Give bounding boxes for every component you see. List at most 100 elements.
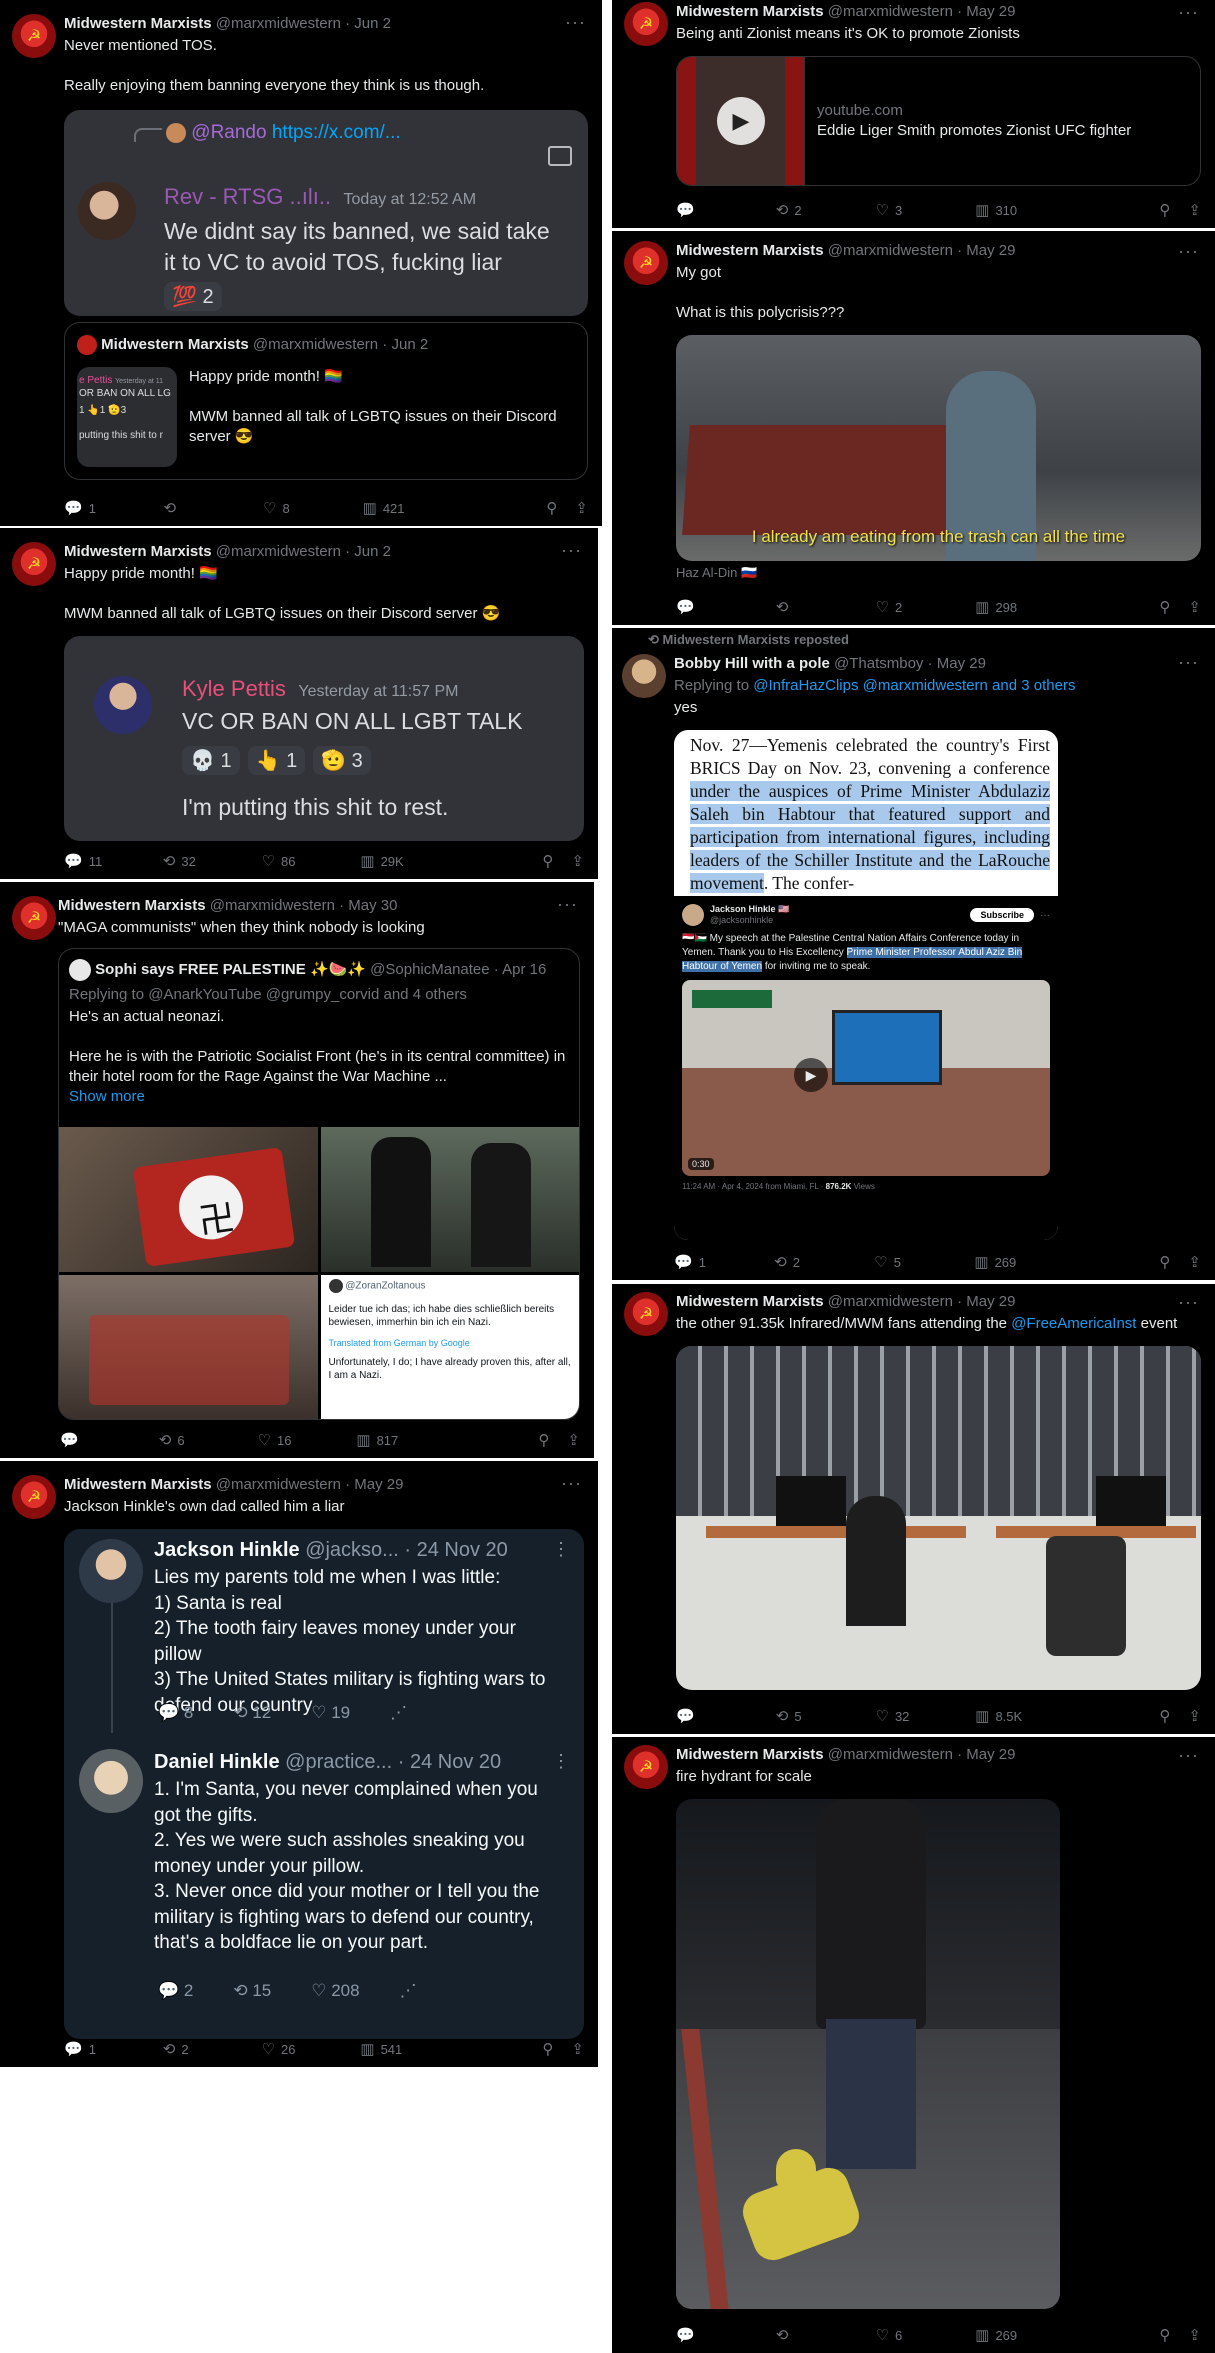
author-name[interactable]: Midwestern Marxists: [676, 1293, 824, 1310]
share-icon[interactable]: ⇪: [1188, 2326, 1201, 2344]
share-icon[interactable]: ⇪: [1188, 598, 1201, 616]
discord-screenshot[interactable]: Kyle Pettis Yesterday at 11:57 PM VC OR …: [64, 636, 584, 841]
photo[interactable]: @ZoranZoltanous Leider tue ich das; ich …: [320, 1274, 579, 1419]
quote-tweet[interactable]: Sophi says FREE PALESTINE ✨🍉✨ @SophicMan…: [58, 948, 580, 1420]
views-button[interactable]: ▥ 310: [975, 201, 1075, 219]
share-icon[interactable]: ⇪: [567, 1431, 580, 1449]
avatar[interactable]: ☭: [12, 542, 56, 586]
bookmark-icon[interactable]: ⚲: [1159, 2326, 1170, 2344]
tweet-6[interactable]: ☭ ··· Midwestern Marxists @marxmidwester…: [612, 231, 1215, 625]
like-button[interactable]: ♡ 16: [258, 1431, 357, 1449]
reply-button[interactable]: 💬: [676, 2326, 776, 2344]
retweet-button[interactable]: ⟲ 6: [159, 1431, 258, 1449]
quote-tweet[interactable]: Midwestern Marxists @marxmidwestern · Ju…: [64, 322, 588, 480]
more-options-icon[interactable]: ···: [1178, 652, 1199, 673]
avatar[interactable]: ☭: [624, 1292, 668, 1336]
avatar[interactable]: ☭: [624, 1745, 668, 1789]
share-icon[interactable]: ⇪: [1188, 1253, 1201, 1271]
reaction[interactable]: 🫡 3: [313, 746, 371, 775]
photo[interactable]: [676, 1346, 1201, 1690]
photo[interactable]: [676, 1799, 1060, 2309]
tweet-8[interactable]: ☭ ··· Midwestern Marxists @marxmidwester…: [612, 1284, 1215, 1734]
photo[interactable]: 卍: [59, 1127, 318, 1272]
reply-button[interactable]: 💬: [676, 598, 776, 616]
tweet-3[interactable]: ☭ ··· Midwestern Marxists @marxmidwester…: [0, 882, 594, 1458]
like-button[interactable]: ♡ 32: [876, 1707, 976, 1725]
author-name[interactable]: Midwestern Marxists: [676, 1746, 824, 1763]
like-button[interactable]: ♡ 86: [262, 852, 361, 870]
retweet-button[interactable]: ⟲ 2: [774, 1253, 874, 1271]
bookmark-icon[interactable]: ⚲: [546, 499, 557, 517]
more-options-icon[interactable]: ···: [1178, 1292, 1199, 1313]
retweet-button[interactable]: ⟲: [776, 2326, 876, 2344]
views-button[interactable]: ▥ 29K: [360, 852, 459, 870]
show-more-link[interactable]: Show more: [69, 1087, 569, 1107]
author-name[interactable]: Midwestern Marxists: [58, 897, 206, 914]
reply-button[interactable]: 💬 1: [674, 1253, 774, 1271]
like-button[interactable]: ♡ 8: [263, 499, 363, 517]
like-button[interactable]: ♡ 2: [876, 598, 976, 616]
views-button[interactable]: ▥ 421: [363, 499, 463, 517]
reply-button[interactable]: 💬 1: [64, 2040, 163, 2058]
bookmark-icon[interactable]: ⚲: [1159, 1707, 1170, 1725]
reaction[interactable]: 👆 1: [247, 746, 306, 775]
tweet-screenshot[interactable]: Jackson Hinkle @jackso... · 24 Nov 20 ⋮ …: [64, 1529, 584, 2039]
author-name[interactable]: Bobby Hill with a pole: [674, 655, 830, 672]
views-button[interactable]: ▥ 817: [356, 1431, 455, 1449]
bookmark-icon[interactable]: ⚲: [1159, 598, 1170, 616]
reaction[interactable]: 💯 2: [164, 282, 222, 311]
tweet-1[interactable]: ☭ ··· Midwestern Marxists @marxmidwester…: [0, 0, 602, 526]
avatar[interactable]: [622, 654, 666, 698]
reply-button[interactable]: 💬: [676, 1707, 776, 1725]
reply-link[interactable]: https://x.com/...: [272, 122, 401, 143]
views-button[interactable]: ▥ 8.5K: [975, 1707, 1075, 1725]
bookmark-icon[interactable]: ⚲: [542, 852, 553, 870]
bookmark-icon[interactable]: ⚲: [1159, 201, 1170, 219]
views-button[interactable]: ▥ 269: [975, 2326, 1075, 2344]
replying-to-users[interactable]: @InfraHazClips @marxmidwestern and 3 oth…: [753, 677, 1075, 694]
bookmark-icon[interactable]: ⚲: [1159, 1253, 1170, 1271]
reaction[interactable]: 💀 1: [182, 746, 240, 775]
mention-link[interactable]: @FreeAmericaInst: [1011, 1315, 1136, 1332]
author-name[interactable]: Midwestern Marxists: [64, 15, 212, 32]
reply-button[interactable]: 💬: [676, 201, 776, 219]
avatar[interactable]: ☭: [624, 241, 668, 285]
tweet-5[interactable]: ☭ ··· Midwestern Marxists @marxmidwester…: [612, 0, 1215, 228]
discord-screenshot[interactable]: @Rando https://x.com/... Rev - RTSG ..ıl…: [64, 110, 588, 316]
photo[interactable]: [320, 1127, 579, 1272]
tweet-2[interactable]: ☭ ··· Midwestern Marxists @marxmidwester…: [0, 528, 598, 879]
link-card[interactable]: ▶ youtube.com Eddie Liger Smith promotes…: [676, 56, 1201, 186]
retweet-button[interactable]: ⟲: [776, 598, 876, 616]
more-options-icon[interactable]: ···: [1178, 241, 1199, 262]
share-icon[interactable]: ⇪: [571, 2040, 584, 2058]
share-icon[interactable]: ⇪: [575, 499, 588, 517]
bookmark-icon[interactable]: ⚲: [538, 1431, 549, 1449]
video-player[interactable]: I already am eating from the trash can a…: [676, 335, 1201, 561]
tweet-9[interactable]: ☭ ··· Midwestern Marxists @marxmidwester…: [612, 1737, 1215, 2353]
views-button[interactable]: ▥ 541: [360, 2040, 459, 2058]
reply-button[interactable]: 💬 11: [64, 852, 163, 870]
author-name[interactable]: Midwestern Marxists: [676, 242, 824, 259]
like-button[interactable]: ♡ 3: [876, 201, 976, 219]
retweet-button[interactable]: ⟲ 32: [163, 852, 262, 870]
avatar[interactable]: ☭: [624, 2, 668, 46]
avatar[interactable]: ☭: [12, 896, 56, 940]
photo[interactable]: [59, 1274, 318, 1419]
like-button[interactable]: ♡ 26: [262, 2040, 361, 2058]
tweet-7[interactable]: ⟲ Midwestern Marxists reposted ··· Bobby…: [612, 628, 1215, 1280]
retweet-button[interactable]: ⟲: [164, 499, 264, 517]
author-name[interactable]: Midwestern Marxists: [64, 543, 212, 560]
author-name[interactable]: Midwestern Marxists: [64, 1476, 212, 1493]
avatar[interactable]: ☭: [12, 14, 56, 58]
author-name[interactable]: Midwestern Marxists: [676, 3, 824, 20]
views-button[interactable]: ▥ 298: [975, 598, 1075, 616]
more-options-icon[interactable]: ···: [561, 1473, 582, 1494]
share-icon[interactable]: ⇪: [1188, 1707, 1201, 1725]
bookmark-icon[interactable]: ⚲: [542, 2040, 553, 2058]
retweet-button[interactable]: ⟲ 5: [776, 1707, 876, 1725]
more-options-icon[interactable]: ···: [557, 894, 578, 915]
like-button[interactable]: ♡ 5: [874, 1253, 974, 1271]
image-attachment[interactable]: Nov. 27—Yemenis celebrated the country's…: [674, 730, 1058, 1240]
more-options-icon[interactable]: ···: [1178, 1745, 1199, 1766]
views-button[interactable]: ▥ 269: [974, 1253, 1074, 1271]
